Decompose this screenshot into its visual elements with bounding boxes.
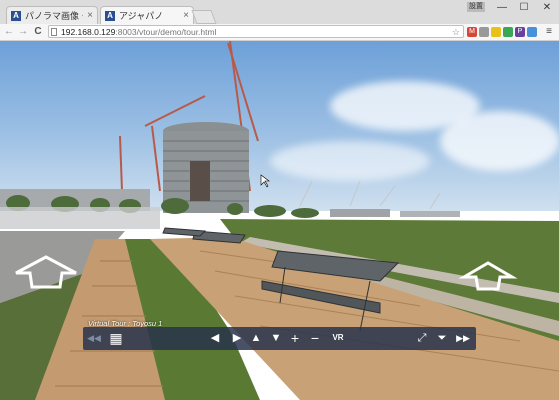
vr-mode-button[interactable]: VR (328, 330, 348, 346)
extension-icon[interactable] (479, 27, 489, 37)
browser-toolbar: ← → C 192.168.0.129:8003/vtour/demo/tour… (0, 24, 559, 41)
forward-button[interactable]: → (17, 25, 29, 39)
address-bar[interactable]: 192.168.0.129:8003/vtour/demo/tour.html … (48, 25, 464, 38)
minimize-button[interactable]: — (490, 1, 514, 15)
browser-tab-strip: A パノラマ画像・パノラマ動画… × A アジャパノ × 設置 — ☐ ✕ (0, 0, 559, 25)
tab-title: アジャパノ (119, 11, 164, 21)
extension-green-icon[interactable] (503, 27, 513, 37)
thumbnails-button[interactable]: ▦ (108, 330, 124, 346)
maximize-button[interactable]: ☐ (512, 1, 536, 15)
tour-control-bar: ◀◀ ▦ ◀ ▶ ▲ ▼ + − VR ⤢ ⏷ ▶▶ (83, 327, 476, 350)
next-scene-button[interactable]: ▶▶ (455, 330, 471, 346)
url-path: :8003/vtour/demo/tour.html (115, 27, 217, 37)
pan-up-button[interactable]: ▲ (248, 330, 264, 346)
close-icon[interactable]: × (87, 10, 93, 21)
close-window-button[interactable]: ✕ (535, 1, 559, 15)
url-host: 192.168.0.129 (61, 27, 116, 37)
hotspot-left-button[interactable] (14, 255, 78, 289)
bookmark-star-icon[interactable]: ☆ (452, 26, 460, 39)
zoom-in-button[interactable]: + (287, 330, 303, 346)
menu-icon[interactable]: ≡ (543, 25, 555, 39)
pan-down-button[interactable]: ▼ (268, 330, 284, 346)
purple-extension-icon[interactable]: P (515, 27, 525, 37)
cast-icon[interactable] (527, 27, 537, 37)
back-button[interactable]: ← (3, 25, 15, 39)
page-icon (51, 28, 57, 36)
pan-left-button[interactable]: ◀ (207, 330, 223, 346)
tab-ajapano[interactable]: A アジャパノ × (100, 6, 194, 24)
close-icon[interactable]: × (183, 10, 189, 21)
profile-button[interactable]: 設置 (467, 2, 485, 12)
hotspot-right-button[interactable] (462, 261, 514, 291)
tag-icon[interactable] (491, 27, 501, 37)
prev-scene-button[interactable]: ◀◀ (86, 330, 102, 346)
panorama-viewer[interactable]: Virtual Tour : Toyosu 1 ◀◀ ▦ ◀ ▶ ▲ ▼ + −… (0, 41, 559, 400)
tab-title: パノラマ画像・パノラマ動画… (25, 11, 84, 21)
zoom-out-button[interactable]: − (307, 330, 323, 346)
tab-favicon: A (11, 10, 21, 21)
hide-controls-button[interactable]: ⏷ (434, 330, 450, 346)
fullscreen-button[interactable]: ⤢ (414, 330, 430, 346)
tab-panorama[interactable]: A パノラマ画像・パノラマ動画… × (6, 6, 98, 24)
pan-right-button[interactable]: ▶ (229, 330, 245, 346)
new-tab-button[interactable] (191, 10, 217, 24)
tab-favicon: A (105, 10, 115, 21)
gmail-icon[interactable]: M (467, 27, 477, 37)
reload-button[interactable]: C (32, 25, 44, 39)
